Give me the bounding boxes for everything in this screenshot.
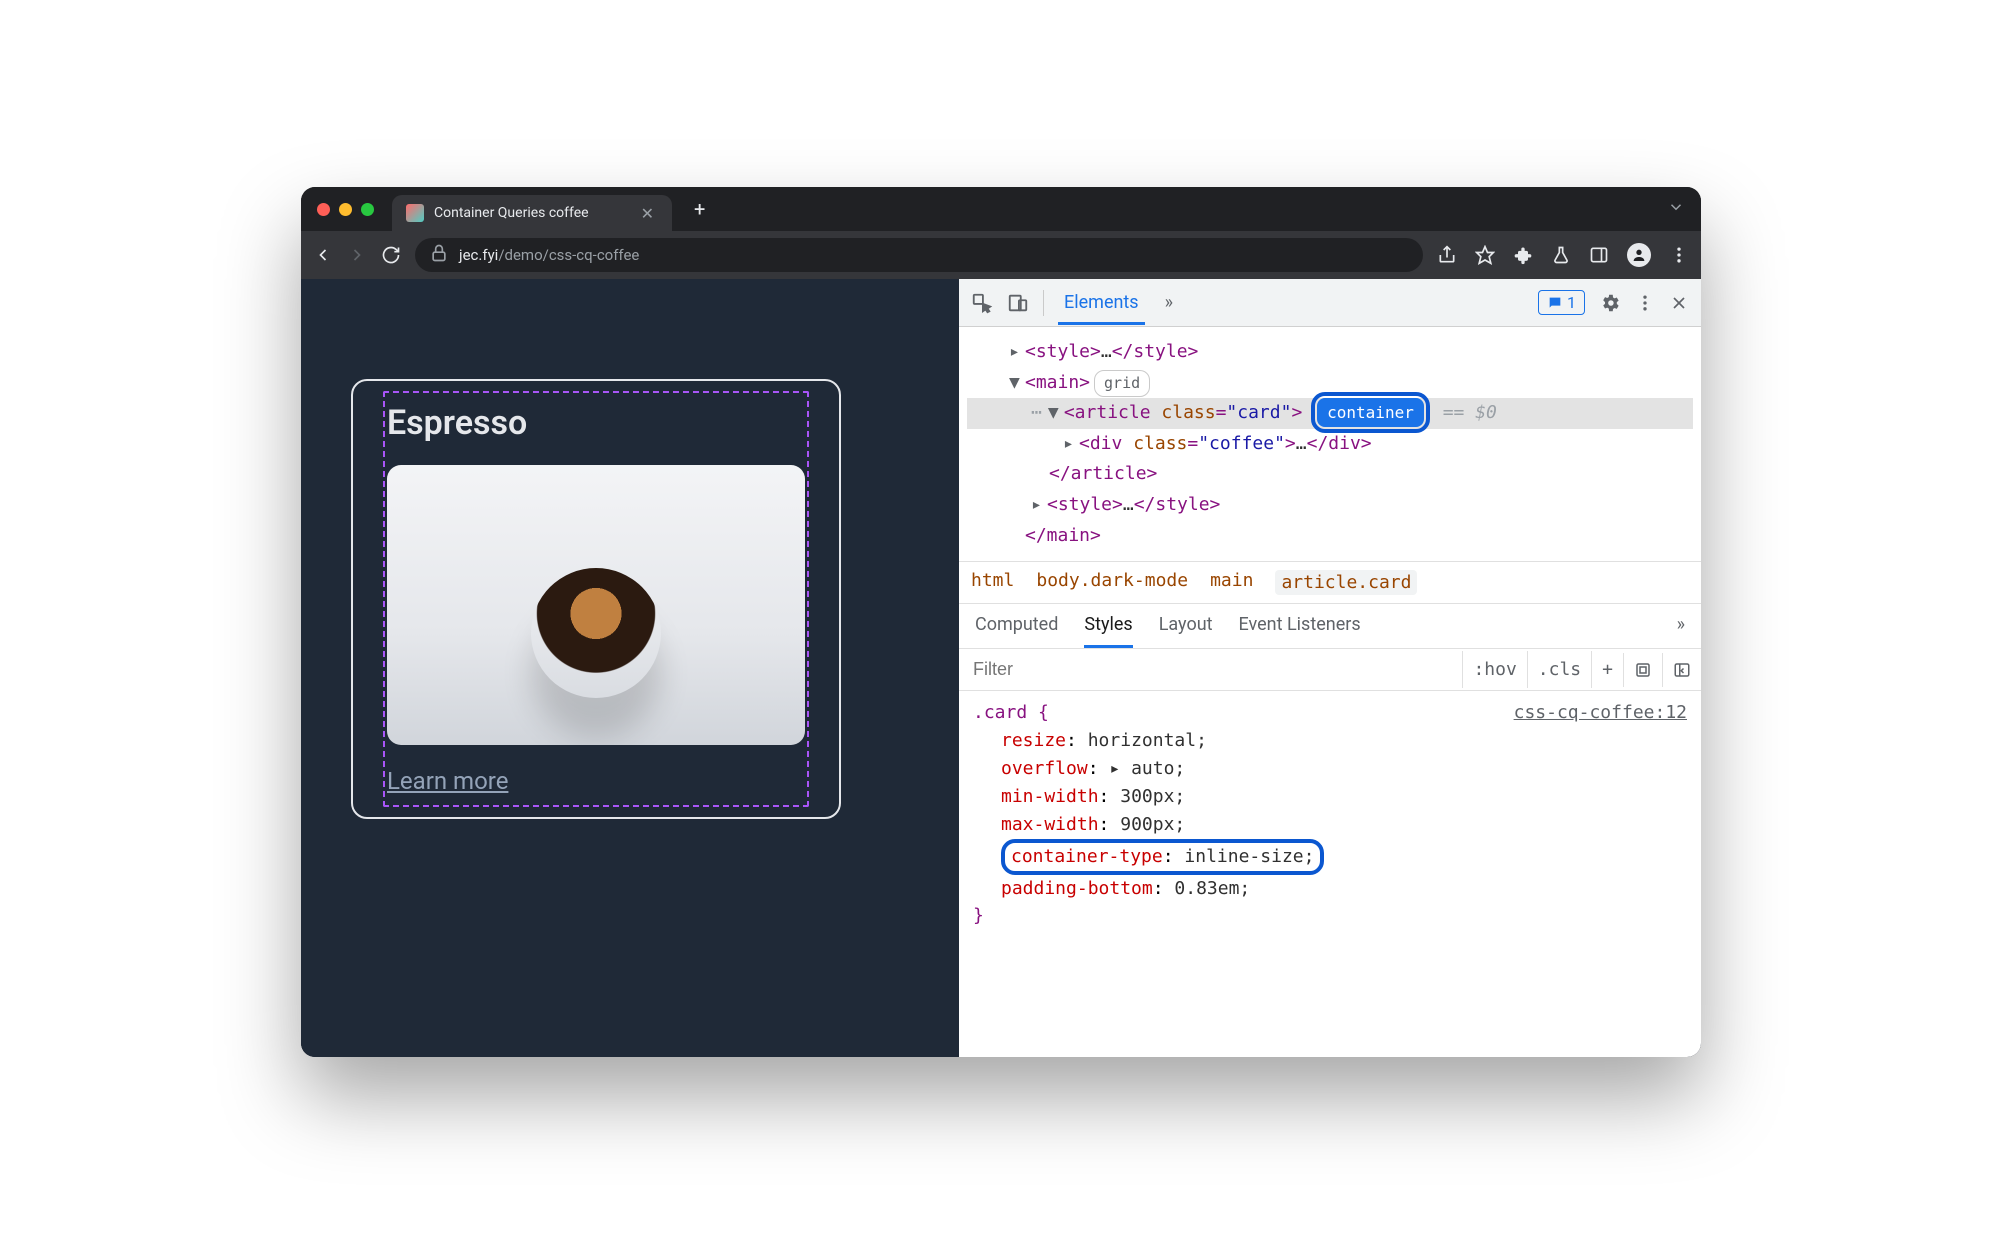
browser-menu-button[interactable] bbox=[1669, 245, 1689, 265]
tab-title: Container Queries coffee bbox=[434, 205, 589, 221]
tab-more[interactable]: » bbox=[1159, 280, 1179, 325]
dom-node[interactable]: </main> bbox=[967, 521, 1693, 552]
css-declaration[interactable]: resize: horizontal; bbox=[973, 727, 1687, 755]
crumb[interactable]: body.dark-mode bbox=[1036, 570, 1188, 595]
css-rule-close: } bbox=[973, 905, 984, 926]
hov-toggle[interactable]: :hov bbox=[1462, 651, 1526, 688]
dom-node[interactable]: ▸<style>…</style> bbox=[967, 490, 1693, 521]
tab-elements[interactable]: Elements bbox=[1058, 280, 1145, 325]
coffee-image bbox=[387, 465, 805, 745]
new-style-rule-button[interactable]: + bbox=[1591, 651, 1623, 688]
window-controls bbox=[317, 203, 374, 216]
sidebar-toggle-icon[interactable] bbox=[1662, 653, 1701, 687]
tab-more-styles[interactable]: » bbox=[1677, 614, 1685, 648]
css-declaration-highlighted[interactable]: container-type: inline-size; bbox=[973, 839, 1687, 875]
css-rules[interactable]: css-cq-coffee:12 .card { resize: horizon… bbox=[959, 691, 1701, 938]
css-declaration[interactable]: min-width: 300px; bbox=[973, 783, 1687, 811]
url-domain: jec.fyi bbox=[459, 246, 498, 264]
card-title: Espresso bbox=[387, 403, 839, 443]
tab-styles[interactable]: Styles bbox=[1084, 614, 1132, 648]
settings-gear-icon[interactable] bbox=[1599, 292, 1621, 314]
bookmark-star-icon[interactable] bbox=[1475, 245, 1495, 265]
dom-node[interactable]: ▸<div class="coffee">…</div> bbox=[967, 429, 1693, 460]
sidepanel-icon[interactable] bbox=[1589, 245, 1609, 265]
address-bar[interactable]: jec.fyi/demo/css-cq-coffee bbox=[415, 238, 1423, 272]
container-badge[interactable]: container bbox=[1317, 398, 1424, 427]
forward-button[interactable] bbox=[347, 245, 367, 265]
close-window-button[interactable] bbox=[317, 203, 330, 216]
cls-toggle[interactable]: .cls bbox=[1527, 651, 1591, 688]
title-bar: Container Queries coffee ✕ + bbox=[301, 187, 1701, 231]
rule-source-link[interactable]: css-cq-coffee:12 bbox=[1514, 699, 1687, 727]
css-declaration[interactable]: overflow: ▸ auto; bbox=[973, 755, 1687, 783]
styles-filter-input[interactable] bbox=[959, 649, 1462, 690]
profile-avatar[interactable] bbox=[1627, 243, 1651, 267]
toolbar-actions bbox=[1437, 243, 1689, 267]
new-tab-button[interactable]: + bbox=[680, 197, 719, 221]
learn-more-link[interactable]: Learn more bbox=[387, 767, 508, 795]
url-path: /demo/css-cq-coffee bbox=[498, 246, 639, 264]
devtools-tabbar: Elements » 1 bbox=[959, 279, 1701, 327]
labs-flask-icon[interactable] bbox=[1551, 245, 1571, 265]
close-tab-button[interactable]: ✕ bbox=[637, 204, 658, 223]
styles-filter-bar: :hov .cls + bbox=[959, 649, 1701, 691]
css-selector[interactable]: .card { bbox=[973, 702, 1049, 723]
favicon bbox=[406, 204, 424, 222]
dom-node[interactable]: ▼<main>grid bbox=[967, 368, 1693, 399]
inspect-icon[interactable] bbox=[971, 292, 993, 314]
maximize-window-button[interactable] bbox=[361, 203, 374, 216]
device-toggle-icon[interactable] bbox=[1007, 292, 1029, 314]
lock-icon bbox=[429, 243, 449, 267]
computed-toggle-icon[interactable] bbox=[1623, 653, 1662, 687]
crumb-active[interactable]: article.card bbox=[1275, 570, 1417, 595]
content-area: Espresso Learn more Elements » 1 bbox=[301, 279, 1701, 1057]
dom-tree[interactable]: ▸<style>…</style> ▼<main>grid ⋯▼<article… bbox=[959, 327, 1701, 561]
issues-count: 1 bbox=[1567, 293, 1576, 312]
crumb[interactable]: main bbox=[1210, 570, 1253, 595]
styles-tabbar: Computed Styles Layout Event Listeners » bbox=[959, 604, 1701, 649]
tab-event-listeners[interactable]: Event Listeners bbox=[1239, 614, 1361, 648]
share-icon[interactable] bbox=[1437, 245, 1457, 265]
back-button[interactable] bbox=[313, 245, 333, 265]
minimize-window-button[interactable] bbox=[339, 203, 352, 216]
browser-tab[interactable]: Container Queries coffee ✕ bbox=[392, 195, 672, 231]
dom-node-selected[interactable]: ⋯▼<article class="card"> container == $0 bbox=[967, 398, 1693, 429]
reload-button[interactable] bbox=[381, 245, 401, 265]
breadcrumb: html body.dark-mode main article.card bbox=[959, 561, 1701, 604]
rendered-page: Espresso Learn more bbox=[301, 279, 959, 1057]
selected-indicator: == $0 bbox=[1443, 402, 1497, 423]
crumb[interactable]: html bbox=[971, 570, 1014, 595]
devtools-panel: Elements » 1 ▸<style>…</style> ▼<main>gr… bbox=[959, 279, 1701, 1057]
browser-toolbar: jec.fyi/demo/css-cq-coffee bbox=[301, 231, 1701, 279]
devtools-menu-button[interactable] bbox=[1635, 293, 1655, 313]
tab-layout[interactable]: Layout bbox=[1159, 614, 1213, 648]
css-declaration[interactable]: padding-bottom: 0.83em; bbox=[973, 875, 1687, 903]
tabs-menu-button[interactable] bbox=[1667, 198, 1685, 220]
issues-badge[interactable]: 1 bbox=[1538, 290, 1585, 315]
browser-window: Container Queries coffee ✕ + jec.fyi/dem… bbox=[301, 187, 1701, 1057]
tab-computed[interactable]: Computed bbox=[975, 614, 1058, 648]
dom-node[interactable]: </article> bbox=[967, 459, 1693, 490]
grid-badge[interactable]: grid bbox=[1094, 370, 1150, 398]
dom-node[interactable]: ▸<style>…</style> bbox=[967, 337, 1693, 368]
extensions-puzzle-icon[interactable] bbox=[1513, 245, 1533, 265]
css-declaration[interactable]: max-width: 900px; bbox=[973, 811, 1687, 839]
devtools-close-button[interactable] bbox=[1669, 293, 1689, 313]
card: Espresso Learn more bbox=[351, 379, 841, 819]
